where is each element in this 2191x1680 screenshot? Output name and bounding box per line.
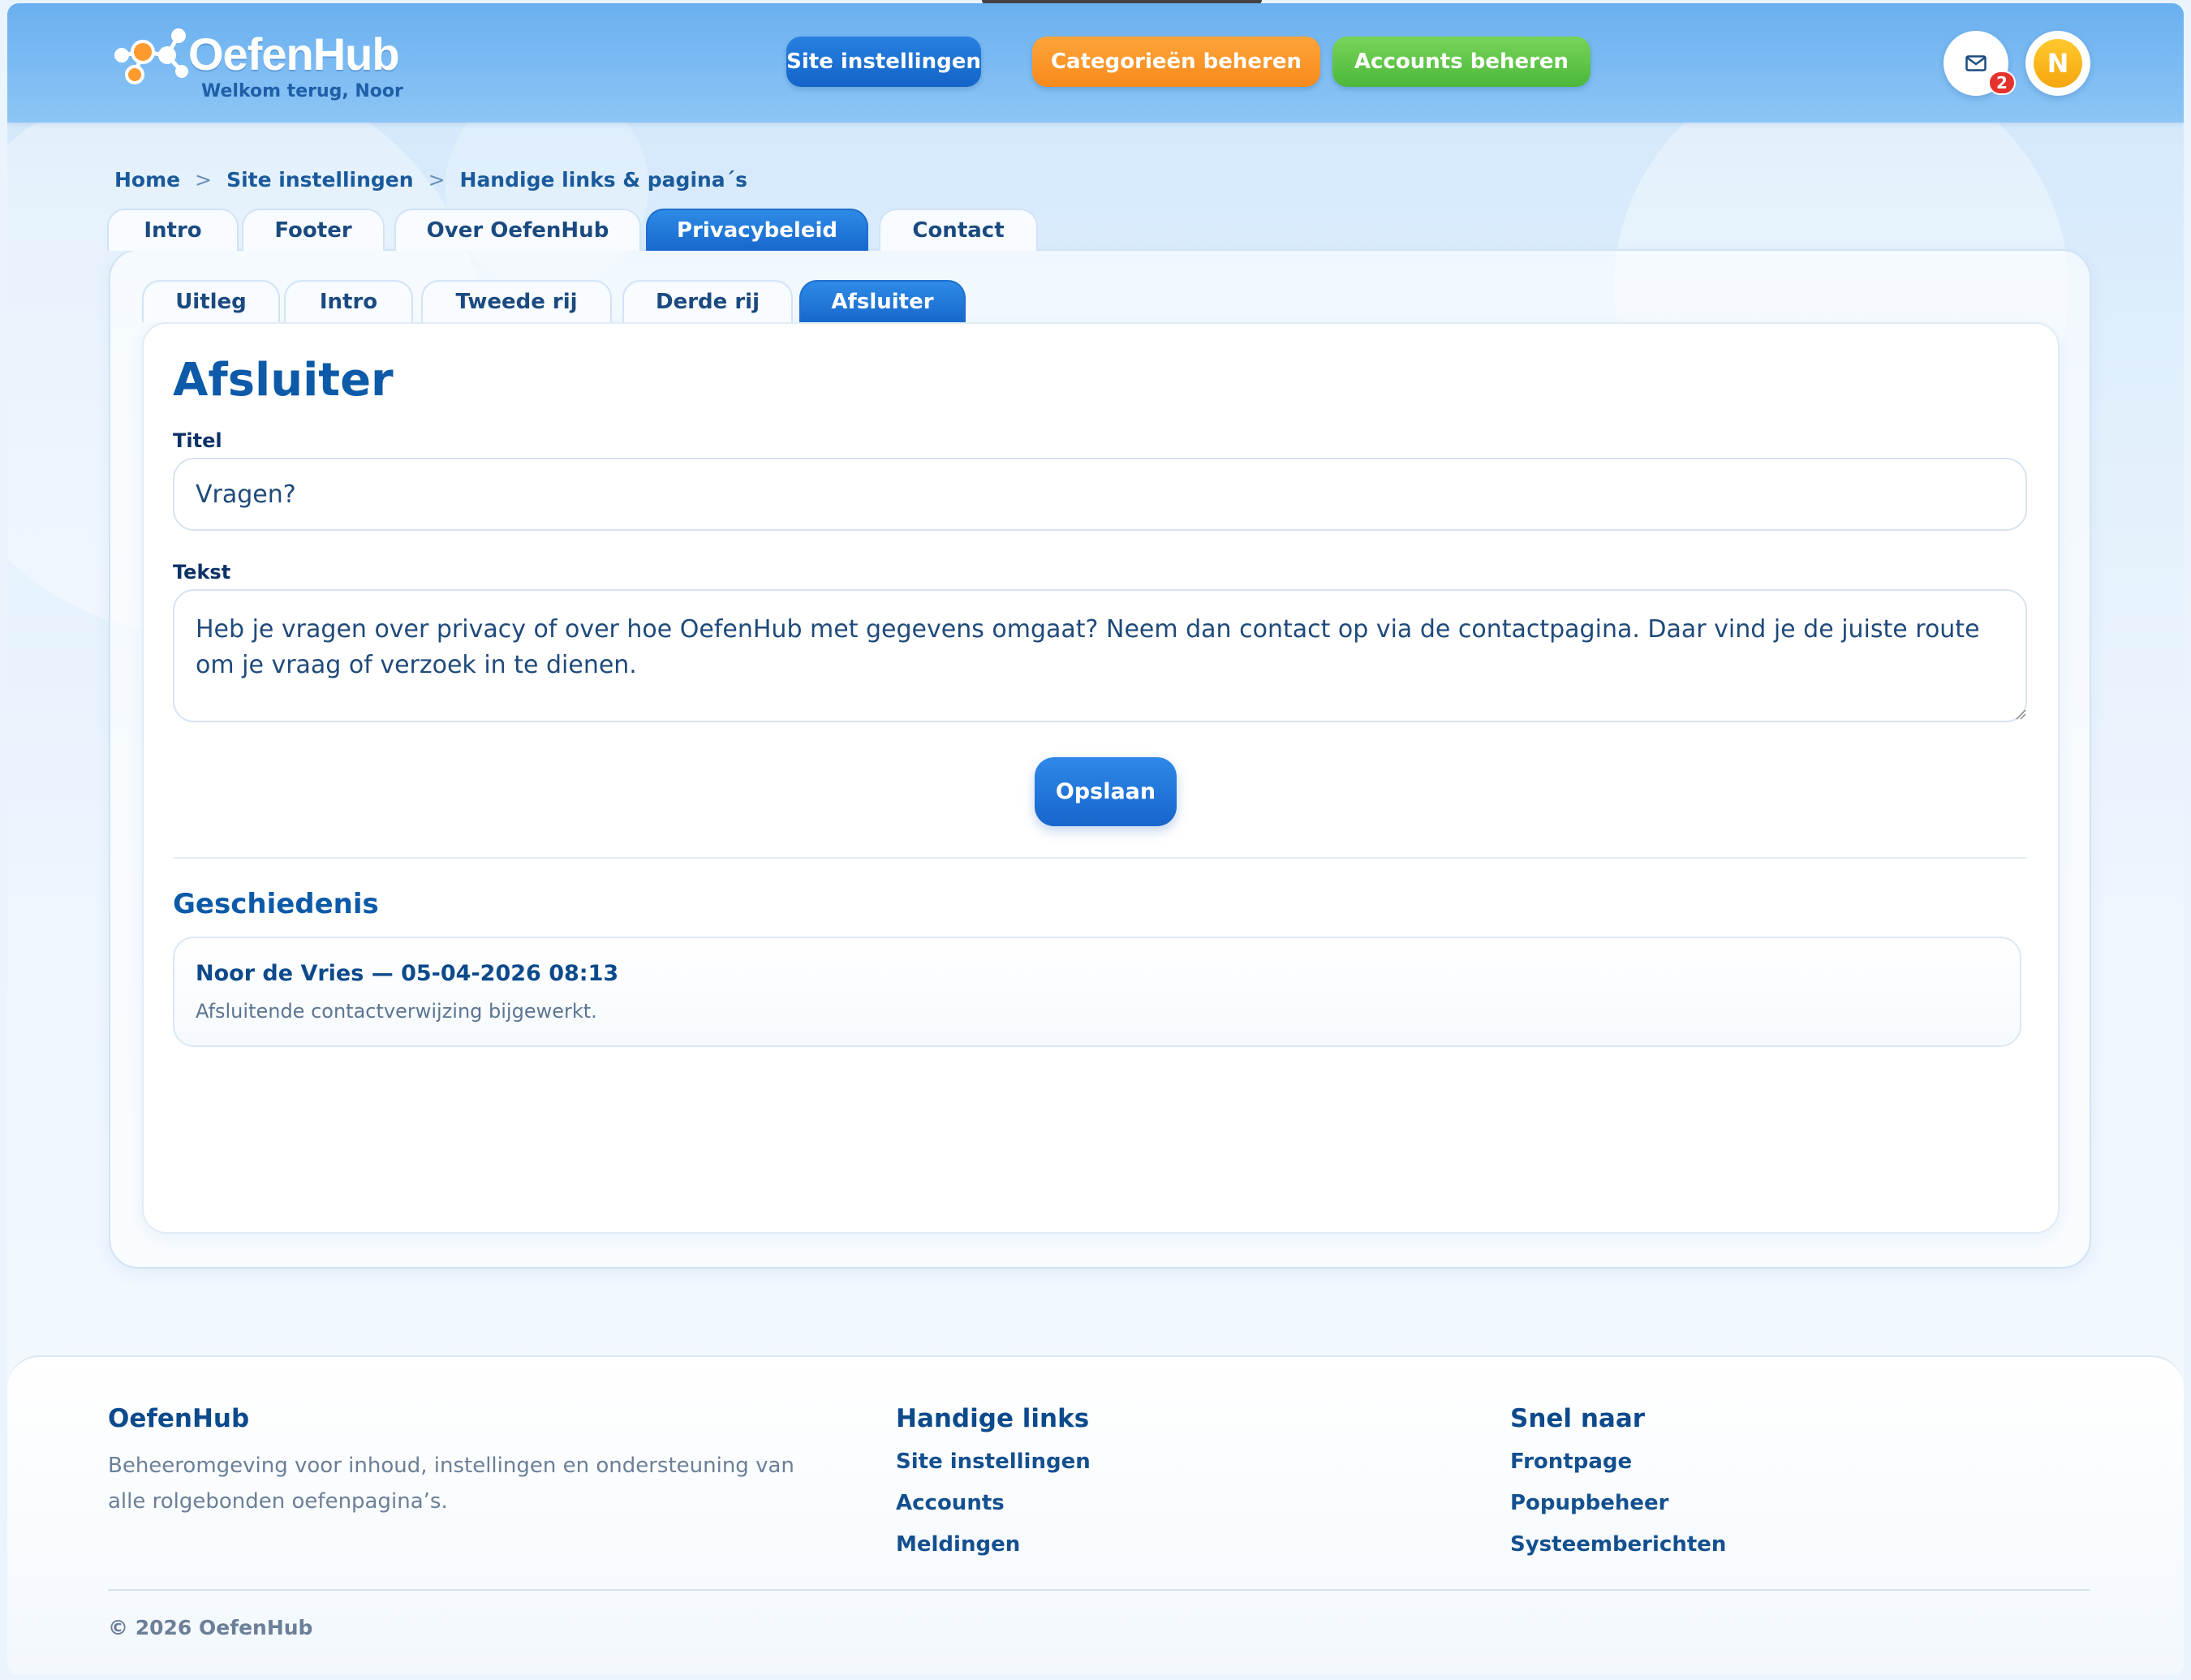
text-textarea[interactable]: Heb je vragen over privacy of over hoe O… [173,589,2027,722]
breadcrumb-separator: > [428,167,446,192]
avatar-initial: N [2034,39,2082,88]
mail-icon [1965,55,1987,71]
footer-link-frontpage[interactable]: Frontpage [1510,1450,1632,1474]
footer-description: Beheeromgeving voor inhoud, instellingen… [108,1454,794,1514]
tab-intro[interactable]: Intro [107,209,239,251]
section-heading: Afsluiter [173,354,394,407]
footer-links-title: Handige links [896,1404,1090,1433]
tab-over-oefenhub[interactable]: Over OefenHub [394,209,641,251]
footer-link-systeemberichten[interactable]: Systeemberichten [1510,1532,1726,1557]
app-name: OefenHub [188,28,400,80]
text-label: Tekst [173,561,231,584]
user-avatar[interactable]: N [2025,31,2090,96]
history-entry-text: Afsluitende contactverwijzing bijgewerkt… [196,1000,597,1023]
copyright: © 2026 OefenHub [108,1616,313,1639]
resize-handle-icon[interactable] [2015,709,2026,720]
page: OefenHub Welkom terug, Noor Site instell… [7,3,2184,1675]
subtab-afsluiter[interactable]: Afsluiter [799,280,966,322]
unread-count-badge: 2 [1988,71,2016,95]
subtab-intro[interactable]: Intro [284,280,413,322]
save-button[interactable]: Opslaan [1035,757,1177,826]
breadcrumb-home[interactable]: Home [114,168,180,192]
footer: OefenHub Beheeromgeving voor inhoud, ins… [7,1355,2184,1675]
welcome-text: Welkom terug, Noor [201,81,403,101]
tab-privacybeleid[interactable]: Privacybeleid [646,209,868,251]
footer-divider [108,1589,2090,1591]
footer-quick-title: Snel naar [1510,1404,1646,1433]
footer-link-popupbeheer[interactable]: Popupbeheer [1510,1491,1669,1515]
subtab-derde-rij[interactable]: Derde rij [622,280,793,322]
divider [173,857,2027,859]
tab-contact[interactable]: Contact [879,209,1038,251]
manage-accounts-button[interactable]: Accounts beheren [1332,37,1591,87]
footer-brand-title: OefenHub [108,1404,250,1433]
history-heading: Geschiedenis [173,888,379,920]
molecule-logo-icon [114,28,188,84]
footer-link-accounts[interactable]: Accounts [896,1491,1005,1515]
title-label: Titel [173,429,222,452]
site-settings-button[interactable]: Site instellingen [786,37,981,87]
breadcrumb-current[interactable]: Handige links & pagina´s [460,168,748,192]
tab-footer[interactable]: Footer [242,209,385,251]
manage-categories-button[interactable]: Categorieën beheren [1032,37,1320,87]
history-entry: Noor de Vries — 05-04-2026 08:13 Afsluit… [173,937,2021,1047]
breadcrumb: Home > Site instellingen > Handige links… [114,166,747,193]
history-entry-header: Noor de Vries — 05-04-2026 08:13 [196,961,619,986]
title-input[interactable]: Vragen? [173,458,2027,531]
breadcrumb-site-settings[interactable]: Site instellingen [226,168,414,192]
breadcrumb-separator: > [195,167,213,192]
footer-link-meldingen[interactable]: Meldingen [896,1532,1020,1557]
subtab-tweede-rij[interactable]: Tweede rij [421,280,612,322]
subtab-uitleg[interactable]: Uitleg [142,280,280,322]
header: OefenHub Welkom terug, Noor Site instell… [7,3,2184,123]
footer-link-site-settings[interactable]: Site instellingen [896,1450,1091,1474]
